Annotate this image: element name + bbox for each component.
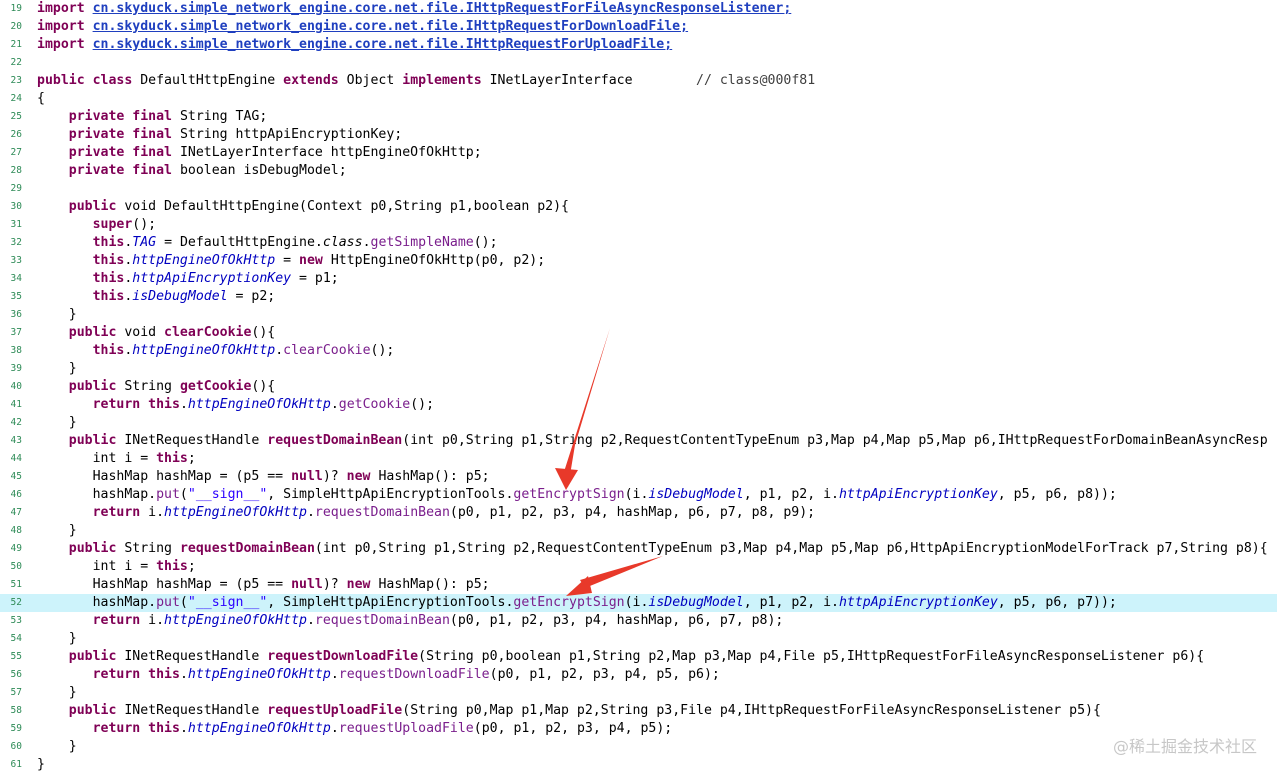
arrow-annotation-2-head	[566, 576, 592, 596]
arrow-annotation-1	[562, 328, 610, 487]
arrow-annotation-2	[580, 556, 663, 588]
watermark: @稀土掘金技术社区	[1112, 737, 1257, 756]
annotation-arrows	[555, 328, 663, 596]
arrow-annotation-1-head	[555, 468, 578, 490]
